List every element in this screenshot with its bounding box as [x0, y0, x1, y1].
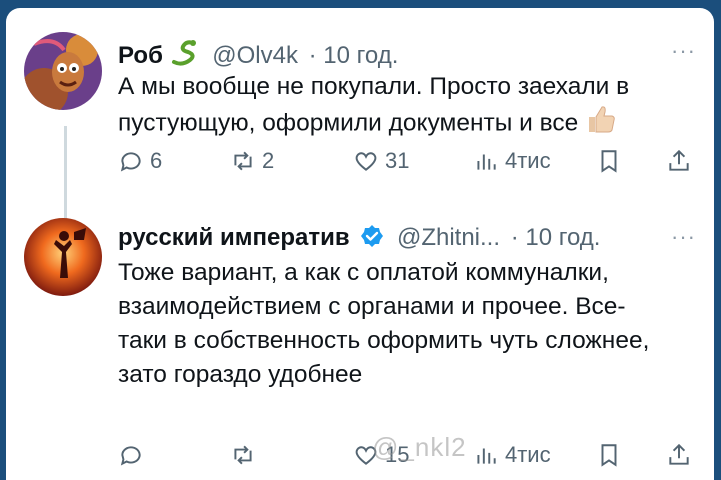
bookmark-button[interactable] [596, 148, 622, 174]
views-count: 4тис [505, 148, 551, 173]
bookmark-button[interactable] [596, 442, 622, 468]
reply-icon [120, 446, 141, 466]
author-name[interactable]: Роб [118, 42, 163, 69]
author-name[interactable]: русский императив [118, 224, 350, 251]
views-icon [477, 448, 496, 464]
tweet-thread-card: Роб @Olv4k · 10 год. ··· А мы вообще не … [6, 8, 714, 480]
share-icon [669, 443, 689, 465]
tweet-2[interactable]: русский императив @Zhitni... · 10 год. ·… [6, 208, 714, 480]
bookmark-icon [601, 150, 617, 173]
repost-icon [234, 151, 252, 171]
share-icon [669, 149, 689, 171]
reply-count: 6 [150, 148, 163, 173]
tweet-text: А мы вообще не покупали. Просто заехали … [118, 70, 703, 144]
thread-connector-line [64, 126, 67, 218]
avatar[interactable] [24, 218, 102, 296]
more-options-icon[interactable]: ··· [671, 224, 696, 250]
repost-button[interactable]: 2 [230, 148, 274, 174]
tweet-header: русский императив @Zhitni... · 10 год. [118, 224, 600, 255]
reply-icon [120, 152, 141, 172]
thumbs-up-icon [585, 104, 617, 144]
tweet-1[interactable]: Роб @Olv4k · 10 год. ··· А мы вообще не … [6, 8, 714, 208]
like-count: 31 [385, 148, 410, 173]
heart-icon [355, 446, 377, 465]
tweet-actions: 6 2 31 4тис [118, 148, 696, 178]
like-count: 15 [385, 442, 410, 467]
timestamp[interactable]: · 10 год. [309, 42, 399, 69]
tweet-actions: 15 4тис [118, 442, 696, 472]
repost-count: 2 [262, 148, 275, 173]
author-handle[interactable]: @Zhitni... [397, 224, 500, 251]
bookmark-icon [601, 444, 617, 467]
author-handle[interactable]: @Olv4k [212, 42, 298, 69]
tweet-text-content: А мы вообще не покупали. Просто заехали … [118, 73, 630, 137]
share-button[interactable] [666, 442, 692, 468]
views-icon [477, 154, 496, 170]
reply-button[interactable]: 6 [118, 148, 162, 174]
like-button[interactable]: 15 [353, 442, 409, 468]
repost-icon [234, 445, 252, 465]
timestamp[interactable]: · 10 год. [511, 224, 601, 251]
verified-badge-icon [360, 224, 384, 255]
views-count: 4тис [505, 442, 551, 467]
heart-icon [355, 152, 377, 171]
tweet-text: Тоже вариант, а как с оплатой коммуналки… [118, 259, 650, 388]
avatar[interactable] [24, 32, 102, 110]
more-options-icon[interactable]: ··· [671, 38, 696, 64]
repost-button[interactable] [230, 442, 262, 468]
share-button[interactable] [666, 148, 692, 174]
reply-button[interactable] [118, 442, 150, 468]
like-button[interactable]: 31 [353, 148, 409, 174]
views-button[interactable]: 4тис [473, 148, 551, 174]
views-button[interactable]: 4тис [473, 442, 551, 468]
